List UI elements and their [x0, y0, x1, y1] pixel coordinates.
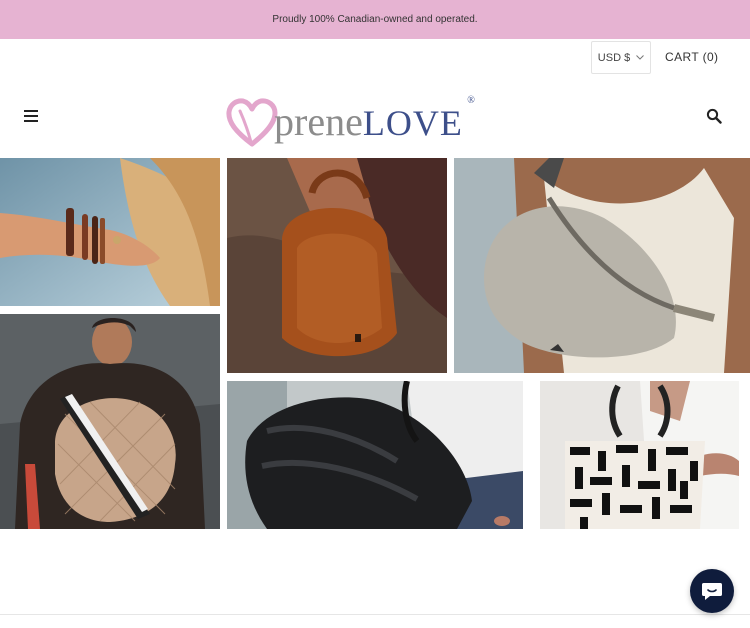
logo-prene-text: prene [274, 99, 363, 144]
utility-bar: USD $ CART (0) [0, 40, 750, 75]
footer-divider [0, 614, 750, 615]
announcement-bar: Proudly 100% Canadian-owned and operated… [0, 0, 750, 39]
chat-bubble-icon [702, 583, 722, 600]
site-header: preneLOVE ® [0, 80, 750, 155]
currency-selector[interactable]: USD $ [591, 41, 651, 74]
grey-belt-bag-photo[interactable] [454, 158, 750, 373]
chat-button[interactable] [690, 569, 734, 613]
brown-leather-tote-photo[interactable] [227, 158, 447, 373]
currency-label: USD $ [597, 51, 631, 64]
cart-link[interactable]: CART (0) [665, 50, 718, 64]
logo-love-text: LOVE [362, 103, 463, 143]
chevron-down-icon [636, 55, 645, 60]
site-logo[interactable]: preneLOVE ® [226, 88, 526, 148]
quilted-beige-bag-photo[interactable] [0, 314, 220, 529]
announcement-text: Proudly 100% Canadian-owned and operated… [272, 14, 478, 25]
logo-wordmark: preneLOVE ® [274, 96, 475, 144]
bracelets-photo[interactable] [0, 158, 220, 306]
black-white-print-tote-photo[interactable] [540, 381, 739, 529]
registered-mark: ® [467, 95, 475, 106]
heart-logo-icon [226, 98, 278, 147]
black-puffer-bag-photo[interactable] [227, 381, 523, 529]
hamburger-menu-icon[interactable] [24, 110, 38, 122]
search-icon[interactable] [706, 108, 722, 124]
